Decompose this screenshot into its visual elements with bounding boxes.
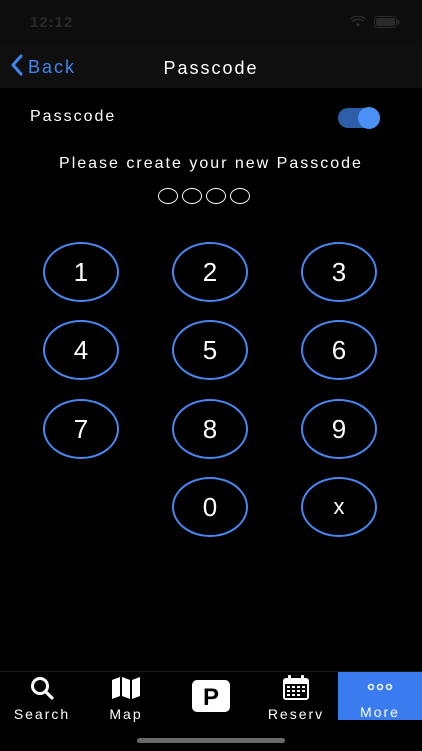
passcode-dot xyxy=(182,188,202,204)
delete-key[interactable]: x xyxy=(301,477,377,537)
wifi-icon xyxy=(350,16,366,28)
passcode-toggle[interactable] xyxy=(338,107,380,129)
parking-icon: P xyxy=(191,680,231,712)
passcode-dots xyxy=(158,188,250,204)
passcode-dot xyxy=(158,188,178,204)
passcode-toggle-label: Passcode xyxy=(30,108,117,125)
key-7[interactable]: 7 xyxy=(43,399,119,459)
key-0[interactable]: 0 xyxy=(172,477,248,537)
passcode-prompt: Please create your new Passcode xyxy=(59,155,363,172)
toggle-knob xyxy=(358,107,380,129)
tab-reserv[interactable]: Reserv xyxy=(254,672,338,722)
tab-map[interactable]: Map xyxy=(84,672,168,722)
key-2[interactable]: 2 xyxy=(172,242,248,302)
battery-icon xyxy=(374,16,400,28)
key-1[interactable]: 1 xyxy=(43,242,119,302)
key-9[interactable]: 9 xyxy=(301,399,377,459)
tab-more[interactable]: More xyxy=(338,672,422,720)
search-icon xyxy=(29,676,55,700)
svg-text:P: P xyxy=(203,684,219,711)
key-5[interactable]: 5 xyxy=(172,320,248,380)
home-indicator xyxy=(137,738,285,743)
key-4[interactable]: 4 xyxy=(43,320,119,380)
tab-label: More xyxy=(360,704,400,720)
tab-search[interactable]: Search xyxy=(0,672,84,722)
calendar-icon xyxy=(282,675,310,700)
status-icons xyxy=(350,16,400,28)
passcode-dot xyxy=(206,188,226,204)
key-8[interactable]: 8 xyxy=(172,399,248,459)
tab-label: Reserv xyxy=(267,706,325,722)
tab-label: Map xyxy=(109,706,143,722)
navigation-bar: Back Passcode xyxy=(0,44,422,88)
status-bar: 12:12 xyxy=(0,0,422,44)
map-icon xyxy=(111,676,141,700)
tab-parking[interactable]: P xyxy=(168,672,254,720)
key-6[interactable]: 6 xyxy=(301,320,377,380)
more-icon xyxy=(366,676,394,698)
passcode-dot xyxy=(230,188,250,204)
key-3[interactable]: 3 xyxy=(301,242,377,302)
tab-label: Search xyxy=(13,706,71,722)
status-time: 12:12 xyxy=(30,14,74,31)
page-title: Passcode xyxy=(163,58,259,78)
